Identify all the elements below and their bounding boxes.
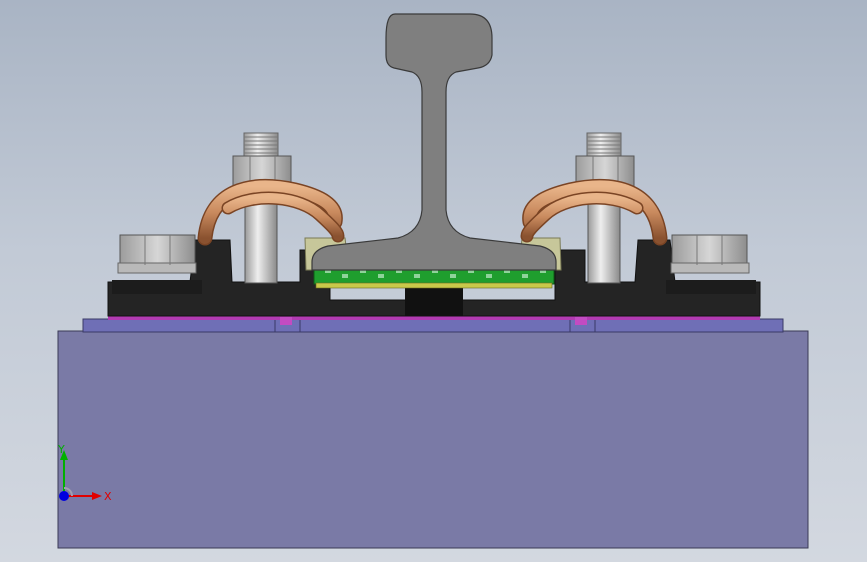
axis-label-x: X <box>104 490 112 503</box>
outer-bolt-left[interactable] <box>112 234 202 294</box>
sleeper-top-plate[interactable] <box>82 318 784 333</box>
z-axis-dot <box>59 491 69 501</box>
axis-label-y: Y <box>57 443 65 456</box>
magenta-marker-left <box>280 317 292 325</box>
base-plate-slot <box>405 284 463 316</box>
pad-yellow-layer <box>315 282 553 289</box>
outer-bolt-right[interactable] <box>666 234 756 294</box>
rail-fastening-assembly-model[interactable]: Y X <box>0 0 867 562</box>
rail-profile[interactable] <box>311 13 557 271</box>
concrete-sleeper[interactable] <box>57 330 809 549</box>
magenta-seal-strip <box>108 316 760 320</box>
magenta-marker-right <box>575 317 587 325</box>
cad-viewport[interactable]: Y X <box>0 0 867 562</box>
